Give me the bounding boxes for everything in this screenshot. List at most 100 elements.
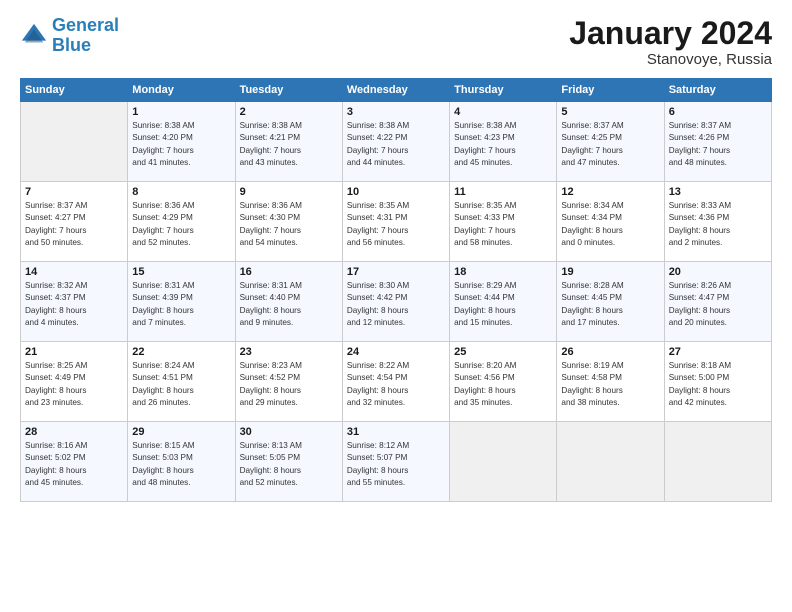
col-header-wednesday: Wednesday [342, 79, 449, 102]
calendar-week-2: 7 Sunrise: 8:37 AM Sunset: 4:27 PM Daylig… [21, 182, 772, 262]
calendar-cell: 21Sunrise: 8:25 AM Sunset: 4:49 PM Dayli… [21, 342, 128, 422]
calendar-cell: 7 Sunrise: 8:37 AM Sunset: 4:27 PM Daylig… [21, 182, 128, 262]
calendar-cell: 15 Sunrise: 8:31 AM Sunset: 4:39 PM Dayli… [128, 262, 235, 342]
day-info: Sunrise: 8:22 AM Sunset: 4:54 PM Dayligh… [347, 360, 445, 409]
day-number: 28 [25, 426, 123, 438]
day-number: 7 [25, 186, 123, 198]
day-info: Sunrise: 8:36 AM Sunset: 4:29 PM Dayligh… [132, 200, 230, 249]
logo-icon [20, 22, 48, 50]
calendar-cell: 20 Sunrise: 8:26 AM Sunset: 4:47 PM Dayli… [664, 262, 771, 342]
day-number: 3 [347, 106, 445, 118]
calendar-cell: 25Sunrise: 8:20 AM Sunset: 4:56 PM Dayli… [450, 342, 557, 422]
day-info: Sunrise: 8:19 AM Sunset: 4:58 PM Dayligh… [561, 360, 659, 409]
day-number: 22 [132, 346, 230, 358]
col-header-thursday: Thursday [450, 79, 557, 102]
day-info: Sunrise: 8:33 AM Sunset: 4:36 PM Dayligh… [669, 200, 767, 249]
day-number: 23 [240, 346, 338, 358]
day-number: 16 [240, 266, 338, 278]
day-info: Sunrise: 8:28 AM Sunset: 4:45 PM Dayligh… [561, 280, 659, 329]
day-info: Sunrise: 8:18 AM Sunset: 5:00 PM Dayligh… [669, 360, 767, 409]
day-info: Sunrise: 8:36 AM Sunset: 4:30 PM Dayligh… [240, 200, 338, 249]
calendar-cell [664, 422, 771, 502]
calendar-cell: 24Sunrise: 8:22 AM Sunset: 4:54 PM Dayli… [342, 342, 449, 422]
calendar-table: SundayMondayTuesdayWednesdayThursdayFrid… [20, 78, 772, 502]
calendar-cell: 28 Sunrise: 8:16 AM Sunset: 5:02 PM Dayli… [21, 422, 128, 502]
day-info: Sunrise: 8:24 AM Sunset: 4:51 PM Dayligh… [132, 360, 230, 409]
calendar-cell: 23 Sunrise: 8:23 AM Sunset: 4:52 PM Dayli… [235, 342, 342, 422]
day-number: 18 [454, 266, 552, 278]
day-info: Sunrise: 8:37 AM Sunset: 4:27 PM Dayligh… [25, 200, 123, 249]
day-number: 17 [347, 266, 445, 278]
day-info: Sunrise: 8:29 AM Sunset: 4:44 PM Dayligh… [454, 280, 552, 329]
location-subtitle: Stanovoye, Russia [569, 51, 772, 68]
calendar-cell: 2Sunrise: 8:38 AM Sunset: 4:21 PM Daylig… [235, 102, 342, 182]
day-info: Sunrise: 8:32 AM Sunset: 4:37 PM Dayligh… [25, 280, 123, 329]
day-info: Sunrise: 8:16 AM Sunset: 5:02 PM Dayligh… [25, 440, 123, 489]
calendar-cell: 13Sunrise: 8:33 AM Sunset: 4:36 PM Dayli… [664, 182, 771, 262]
calendar-cell: 18 Sunrise: 8:29 AM Sunset: 4:44 PM Dayli… [450, 262, 557, 342]
day-info: Sunrise: 8:35 AM Sunset: 4:31 PM Dayligh… [347, 200, 445, 249]
calendar-cell: 11Sunrise: 8:35 AM Sunset: 4:33 PM Dayli… [450, 182, 557, 262]
day-number: 8 [132, 186, 230, 198]
title-block: January 2024 Stanovoye, Russia [569, 16, 772, 68]
col-header-saturday: Saturday [664, 79, 771, 102]
day-number: 30 [240, 426, 338, 438]
page: General Blue January 2024 Stanovoye, Rus… [0, 0, 792, 612]
logo-text: General Blue [52, 16, 119, 56]
calendar-cell: 1 Sunrise: 8:38 AM Sunset: 4:20 PM Daylig… [128, 102, 235, 182]
day-info: Sunrise: 8:34 AM Sunset: 4:34 PM Dayligh… [561, 200, 659, 249]
day-number: 5 [561, 106, 659, 118]
col-header-tuesday: Tuesday [235, 79, 342, 102]
calendar-cell: 14 Sunrise: 8:32 AM Sunset: 4:37 PM Dayli… [21, 262, 128, 342]
day-number: 12 [561, 186, 659, 198]
day-number: 26 [561, 346, 659, 358]
col-header-monday: Monday [128, 79, 235, 102]
day-number: 20 [669, 266, 767, 278]
day-number: 21 [25, 346, 123, 358]
calendar-cell [557, 422, 664, 502]
day-number: 29 [132, 426, 230, 438]
month-title: January 2024 [569, 16, 772, 51]
day-info: Sunrise: 8:38 AM Sunset: 4:22 PM Dayligh… [347, 120, 445, 169]
day-info: Sunrise: 8:23 AM Sunset: 4:52 PM Dayligh… [240, 360, 338, 409]
calendar-cell: 30 Sunrise: 8:13 AM Sunset: 5:05 PM Dayli… [235, 422, 342, 502]
calendar-cell: 8 Sunrise: 8:36 AM Sunset: 4:29 PM Daylig… [128, 182, 235, 262]
logo-line1: General [52, 15, 119, 35]
logo-line2: Blue [52, 35, 91, 55]
day-info: Sunrise: 8:26 AM Sunset: 4:47 PM Dayligh… [669, 280, 767, 329]
day-number: 25 [454, 346, 552, 358]
day-number: 10 [347, 186, 445, 198]
day-info: Sunrise: 8:13 AM Sunset: 5:05 PM Dayligh… [240, 440, 338, 489]
calendar-cell: 17Sunrise: 8:30 AM Sunset: 4:42 PM Dayli… [342, 262, 449, 342]
day-info: Sunrise: 8:38 AM Sunset: 4:21 PM Dayligh… [240, 120, 338, 169]
day-info: Sunrise: 8:38 AM Sunset: 4:23 PM Dayligh… [454, 120, 552, 169]
calendar-cell: 27 Sunrise: 8:18 AM Sunset: 5:00 PM Dayli… [664, 342, 771, 422]
calendar-cell: 3 Sunrise: 8:38 AM Sunset: 4:22 PM Daylig… [342, 102, 449, 182]
day-number: 6 [669, 106, 767, 118]
calendar-cell: 16 Sunrise: 8:31 AM Sunset: 4:40 PM Dayli… [235, 262, 342, 342]
calendar-cell: 6Sunrise: 8:37 AM Sunset: 4:26 PM Daylig… [664, 102, 771, 182]
calendar-cell: 9 Sunrise: 8:36 AM Sunset: 4:30 PM Daylig… [235, 182, 342, 262]
day-info: Sunrise: 8:38 AM Sunset: 4:20 PM Dayligh… [132, 120, 230, 169]
calendar-cell: 4Sunrise: 8:38 AM Sunset: 4:23 PM Daylig… [450, 102, 557, 182]
calendar-cell [450, 422, 557, 502]
day-number: 19 [561, 266, 659, 278]
calendar-cell: 26 Sunrise: 8:19 AM Sunset: 4:58 PM Dayli… [557, 342, 664, 422]
day-info: Sunrise: 8:31 AM Sunset: 4:39 PM Dayligh… [132, 280, 230, 329]
day-number: 1 [132, 106, 230, 118]
day-number: 31 [347, 426, 445, 438]
calendar-week-5: 28 Sunrise: 8:16 AM Sunset: 5:02 PM Dayli… [21, 422, 772, 502]
calendar-header-row: SundayMondayTuesdayWednesdayThursdayFrid… [21, 79, 772, 102]
day-number: 14 [25, 266, 123, 278]
calendar-week-3: 14 Sunrise: 8:32 AM Sunset: 4:37 PM Dayli… [21, 262, 772, 342]
calendar-cell: 31 Sunrise: 8:12 AM Sunset: 5:07 PM Dayli… [342, 422, 449, 502]
day-info: Sunrise: 8:12 AM Sunset: 5:07 PM Dayligh… [347, 440, 445, 489]
col-header-sunday: Sunday [21, 79, 128, 102]
day-number: 9 [240, 186, 338, 198]
day-number: 15 [132, 266, 230, 278]
day-info: Sunrise: 8:37 AM Sunset: 4:25 PM Dayligh… [561, 120, 659, 169]
logo: General Blue [20, 16, 119, 56]
day-number: 27 [669, 346, 767, 358]
calendar-cell: 12 Sunrise: 8:34 AM Sunset: 4:34 PM Dayli… [557, 182, 664, 262]
day-info: Sunrise: 8:31 AM Sunset: 4:40 PM Dayligh… [240, 280, 338, 329]
